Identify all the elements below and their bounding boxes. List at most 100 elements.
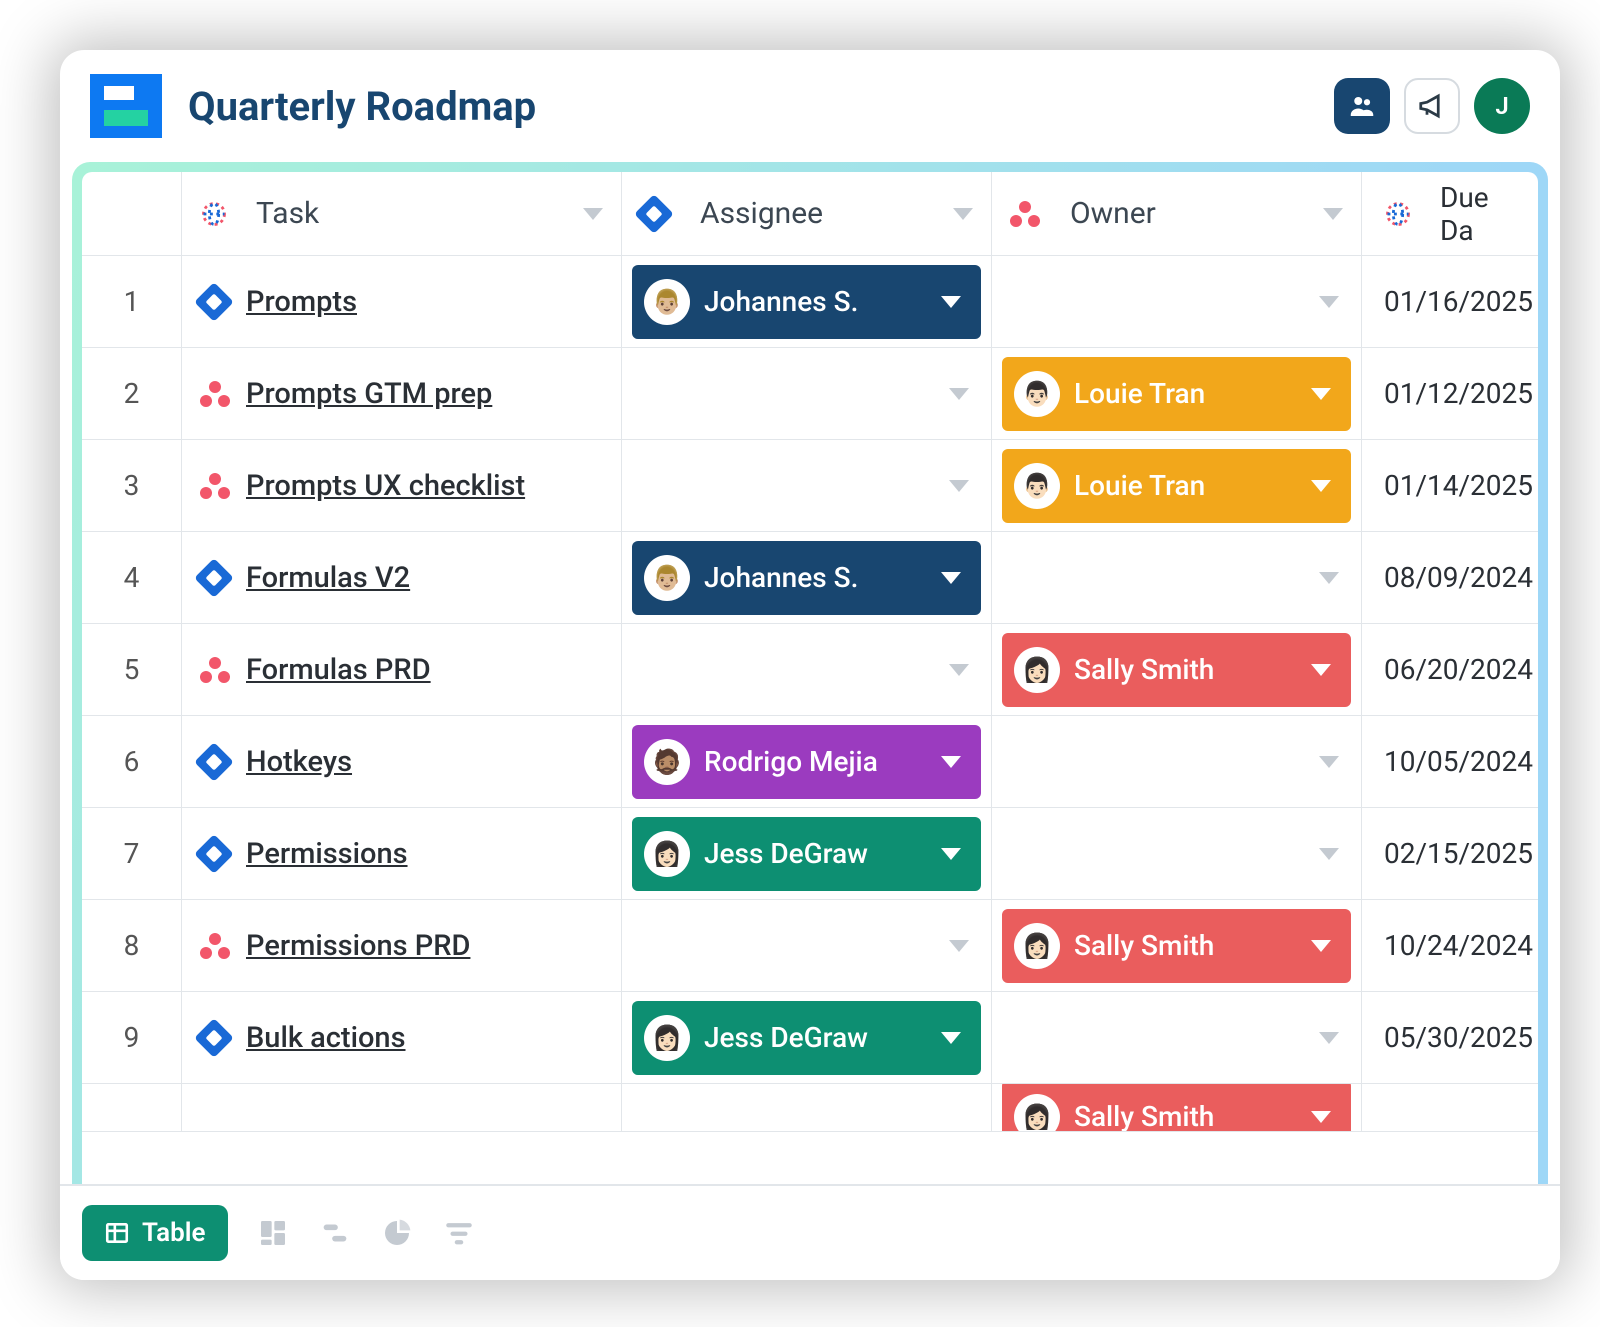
task-link[interactable]: Permissions PRD <box>246 929 470 963</box>
owner-cell[interactable] <box>992 532 1362 623</box>
task-cell[interactable] <box>182 1084 622 1131</box>
task-cell[interactable]: Formulas V2 <box>182 532 622 623</box>
owner-cell[interactable] <box>992 992 1362 1083</box>
chevron-down-icon[interactable] <box>1319 1032 1339 1044</box>
due-cell[interactable]: 02/15/2025 <box>1362 808 1538 899</box>
view-switcher-bar: Table <box>60 1184 1560 1280</box>
person-name: Sally Smith <box>1074 929 1214 962</box>
table-row: 5 Formulas PRD 👩🏻 Sally Smith 06/20/2024 <box>82 624 1538 716</box>
table-row: 👩🏻 Sally Smith <box>82 1084 1538 1132</box>
share-button[interactable] <box>1334 78 1390 134</box>
chevron-down-icon[interactable] <box>1319 756 1339 768</box>
task-link[interactable]: Bulk actions <box>246 1021 406 1055</box>
chevron-down-icon[interactable] <box>1319 296 1339 308</box>
owner-cell[interactable] <box>992 716 1362 807</box>
owner-cell[interactable] <box>992 808 1362 899</box>
assignee-cell[interactable] <box>622 624 992 715</box>
assignee-cell[interactable] <box>622 1084 992 1131</box>
view-filter-button[interactable] <box>442 1216 476 1250</box>
chevron-down-icon[interactable] <box>949 940 969 952</box>
owner-chip[interactable]: 👩🏻 Sally Smith <box>1002 1084 1351 1131</box>
column-label: Due Da <box>1440 181 1520 247</box>
task-cell[interactable]: Prompts <box>182 256 622 347</box>
announce-button[interactable] <box>1404 78 1460 134</box>
chevron-down-icon[interactable] <box>949 664 969 676</box>
column-header-task[interactable]: Task <box>182 172 622 255</box>
column-header-due[interactable]: Due Da <box>1362 172 1538 255</box>
owner-cell[interactable]: 👩🏻 Sally Smith <box>992 900 1362 991</box>
assignee-cell[interactable]: 👨🏼 Johannes S. <box>622 256 992 347</box>
assignee-chip[interactable]: 👩🏻 Jess DeGraw <box>632 817 981 891</box>
table-row: 4 Formulas V2 👨🏼 Johannes S. 08/09/2024 <box>82 532 1538 624</box>
view-board-button[interactable] <box>256 1216 290 1250</box>
owner-cell[interactable]: 👨🏻 Louie Tran <box>992 348 1362 439</box>
task-link[interactable]: Permissions <box>246 837 408 871</box>
task-link[interactable]: Hotkeys <box>246 745 352 779</box>
assignee-chip[interactable]: 👩🏻 Jess DeGraw <box>632 1001 981 1075</box>
assignee-chip[interactable]: 🧔🏽 Rodrigo Mejia <box>632 725 981 799</box>
column-header-row: Task Assignee Owner Due Da <box>82 172 1538 256</box>
owner-chip[interactable]: 👨🏻 Louie Tran <box>1002 357 1351 431</box>
due-cell[interactable]: 05/30/2025 <box>1362 992 1538 1083</box>
task-link[interactable]: Formulas V2 <box>246 561 410 595</box>
owner-chip[interactable]: 👩🏻 Sally Smith <box>1002 633 1351 707</box>
view-table-button[interactable]: Table <box>82 1205 228 1261</box>
view-chart-button[interactable] <box>380 1216 414 1250</box>
due-cell[interactable] <box>1362 1084 1538 1131</box>
person-avatar-icon: 🧔🏽 <box>644 739 690 785</box>
task-cell[interactable]: Bulk actions <box>182 992 622 1083</box>
chevron-down-icon[interactable] <box>1319 848 1339 860</box>
chevron-down-icon[interactable] <box>1319 572 1339 584</box>
globe-icon <box>200 200 228 228</box>
due-cell[interactable]: 01/14/2025 <box>1362 440 1538 531</box>
owner-chip[interactable]: 👩🏻 Sally Smith <box>1002 909 1351 983</box>
owner-cell[interactable] <box>992 256 1362 347</box>
task-cell[interactable]: Permissions <box>182 808 622 899</box>
chevron-down-icon <box>953 208 973 220</box>
due-cell[interactable]: 06/20/2024 <box>1362 624 1538 715</box>
due-cell[interactable]: 08/09/2024 <box>1362 532 1538 623</box>
due-cell[interactable]: 10/05/2024 <box>1362 716 1538 807</box>
assignee-cell[interactable] <box>622 900 992 991</box>
column-header-assignee[interactable]: Assignee <box>622 172 992 255</box>
task-link[interactable]: Formulas PRD <box>246 653 431 687</box>
due-cell[interactable]: 10/24/2024 <box>1362 900 1538 991</box>
table-row: 2 Prompts GTM prep 👨🏻 Louie Tran 01/12/2… <box>82 348 1538 440</box>
chevron-down-icon[interactable] <box>949 480 969 492</box>
user-avatar[interactable]: J <box>1474 78 1530 134</box>
people-icon <box>1347 91 1377 121</box>
table-row: 8 Permissions PRD 👩🏻 Sally Smith 10/24/2… <box>82 900 1538 992</box>
assignee-cell[interactable]: 🧔🏽 Rodrigo Mejia <box>622 716 992 807</box>
task-cell[interactable]: Prompts UX checklist <box>182 440 622 531</box>
due-cell[interactable]: 01/12/2025 <box>1362 348 1538 439</box>
task-cell[interactable]: Prompts GTM prep <box>182 348 622 439</box>
assignee-chip[interactable]: 👨🏼 Johannes S. <box>632 265 981 339</box>
task-link[interactable]: Prompts <box>246 285 357 319</box>
assignee-chip[interactable]: 👨🏼 Johannes S. <box>632 541 981 615</box>
owner-chip[interactable]: 👨🏻 Louie Tran <box>1002 449 1351 523</box>
table-icon <box>104 1220 130 1246</box>
owner-cell[interactable]: 👨🏻 Louie Tran <box>992 440 1362 531</box>
avatar-initial: J <box>1495 92 1508 120</box>
assignee-cell[interactable]: 👩🏻 Jess DeGraw <box>622 808 992 899</box>
task-link[interactable]: Prompts UX checklist <box>246 469 525 503</box>
task-cell[interactable]: Permissions PRD <box>182 900 622 991</box>
person-name: Johannes S. <box>704 561 858 594</box>
assignee-cell[interactable]: 👩🏻 Jess DeGraw <box>622 992 992 1083</box>
task-link[interactable]: Prompts GTM prep <box>246 377 492 411</box>
owner-cell[interactable]: 👩🏻 Sally Smith <box>992 624 1362 715</box>
owner-cell[interactable]: 👩🏻 Sally Smith <box>992 1084 1362 1131</box>
column-label: Owner <box>1070 196 1156 231</box>
assignee-cell[interactable] <box>622 348 992 439</box>
task-cell[interactable]: Hotkeys <box>182 716 622 807</box>
task-cell[interactable]: Formulas PRD <box>182 624 622 715</box>
column-header-owner[interactable]: Owner <box>992 172 1362 255</box>
chevron-down-icon[interactable] <box>949 388 969 400</box>
diamond-icon <box>194 282 234 322</box>
view-timeline-button[interactable] <box>318 1216 352 1250</box>
due-cell[interactable]: 01/16/2025 <box>1362 256 1538 347</box>
row-number <box>82 1084 182 1131</box>
assignee-cell[interactable] <box>622 440 992 531</box>
assignee-cell[interactable]: 👨🏼 Johannes S. <box>622 532 992 623</box>
person-avatar-icon: 👩🏻 <box>644 1015 690 1061</box>
